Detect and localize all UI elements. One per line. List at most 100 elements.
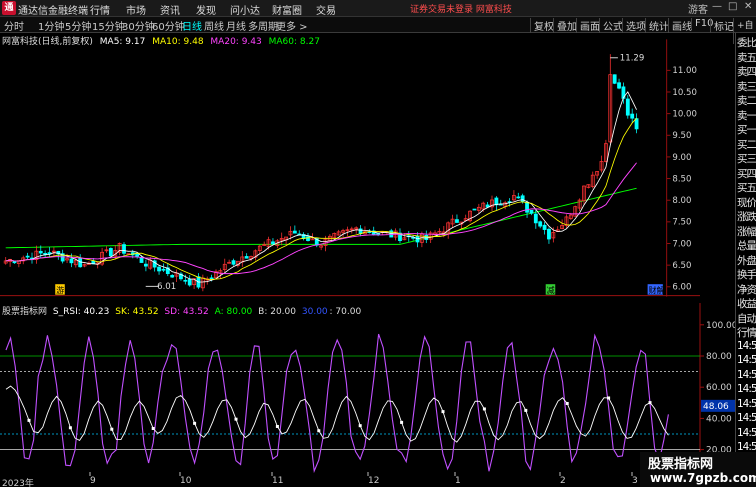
candle-body	[157, 266, 161, 272]
ma5-label: MA5: 9.17	[99, 37, 146, 47]
quote-panel-item[interactable]: 行情	[737, 325, 756, 340]
ma10-label: MA10: 9.48	[152, 37, 204, 47]
quote-panel-item: 现价	[737, 196, 756, 209]
price-label: 8.00	[672, 196, 691, 206]
menu-discover[interactable]: 发现	[196, 2, 216, 17]
indicator-legend: 股票指标网 S_RSI: 40.23 SK: 43.52 SD: 43.52 A…	[2, 304, 364, 317]
quote-panel-item: 卖一	[737, 109, 756, 122]
period-tab[interactable]: 5分钟	[63, 18, 93, 33]
indicator-chart[interactable]: 100.0080.0060.0040.0020.0048.06	[0, 303, 735, 476]
quote-panel-item[interactable]: 14:5	[737, 398, 756, 410]
period-tab[interactable]: 分时	[2, 18, 26, 33]
date-label: 1	[455, 476, 461, 486]
menu-bar: 通 通达信金融终端 行情 市场 资讯 发现 问小达 财富圈 交易 证券交易未登录…	[0, 0, 756, 17]
maximize-button[interactable]: □	[728, 1, 737, 12]
sk-point	[607, 396, 611, 400]
quote-panel-item[interactable]: 14:5	[737, 354, 756, 366]
candle-body	[455, 219, 459, 223]
quote-panel-item[interactable]: 14:5	[737, 340, 756, 352]
adjust-button[interactable]: 复权	[530, 18, 554, 33]
candlestick-chart[interactable]: 11.00 10.50 10.00 9.50 9.00 8.50 8.00 7.50 7.00 6…	[0, 33, 700, 303]
menu-news[interactable]: 资讯	[160, 2, 180, 17]
sk-point	[648, 401, 652, 405]
quote-panel-item[interactable]: 自动	[737, 311, 756, 326]
chart-legend: 网富科技(日线,前复权) MA5: 9.17 MA10: 9.48 MA20: …	[2, 34, 324, 47]
quote-panel-item: 外盘	[737, 254, 756, 267]
date-label: 2	[560, 476, 566, 486]
period-tab[interactable]: 周线	[202, 18, 226, 33]
indicator-axis-label: 80.00	[706, 352, 732, 362]
quote-panel-item[interactable]: 14:5	[737, 412, 756, 424]
ma20-label: MA20: 9.43	[210, 37, 262, 47]
guest-label[interactable]: 游客	[688, 1, 708, 16]
candle-body	[516, 196, 521, 199]
date-label: 3	[632, 476, 638, 486]
quote-panel-item: 买三	[737, 153, 756, 165]
menu-quotes[interactable]: 行情	[90, 2, 110, 17]
candle-body	[612, 74, 617, 84]
max-price-label: 11.29	[620, 54, 645, 64]
candle-body	[209, 277, 214, 280]
b-label: B: 20.00	[258, 307, 296, 317]
quote-panel-item: 涨跌	[737, 211, 756, 223]
period-tab[interactable]: 1分钟	[36, 18, 66, 33]
formula-button[interactable]: 公式	[599, 18, 623, 33]
candle-body	[542, 224, 547, 230]
candle-body	[139, 257, 144, 263]
sk-point	[482, 407, 486, 411]
period-toolbar: 分时 1分钟 5分钟 15分钟 30分钟 60分钟 日线 周线 月线 多周期 更…	[0, 17, 756, 44]
sk-point	[441, 410, 445, 414]
current-value-label: 48.06	[703, 402, 729, 412]
period-tab[interactable]: 更多 >	[274, 18, 310, 33]
period-tab-active[interactable]: 日线	[180, 18, 204, 33]
menu-trade[interactable]: 交易	[316, 2, 336, 17]
overlay-button[interactable]: 叠加	[553, 18, 577, 33]
date-label: 12	[368, 476, 380, 486]
candle-body	[43, 253, 48, 255]
candle-body	[244, 256, 249, 259]
candle-body	[25, 255, 30, 258]
watermark: 股票指标网 www.7gpzb.com	[640, 452, 756, 487]
d-label: : 70.00	[329, 307, 362, 317]
indicator-axis-label: 40.00	[706, 414, 732, 424]
login-notice[interactable]: 证券交易未登录 网富科技	[410, 2, 512, 15]
sk-point	[317, 429, 321, 433]
period-tab[interactable]: 月线	[224, 18, 248, 33]
candle-body	[122, 244, 126, 254]
ma60-label: MA60: 8.27	[268, 37, 320, 47]
candle-body	[271, 241, 275, 245]
date-axis: 2023年 9 10 11 12 1 2 3	[0, 476, 735, 487]
sk-point	[110, 427, 114, 431]
minimize-button[interactable]: —	[712, 1, 722, 12]
menu-wealth[interactable]: 财富圈	[272, 2, 302, 17]
menu-assistant[interactable]: 问小达	[230, 2, 260, 17]
price-label: 8.50	[672, 174, 691, 184]
watermark-url: www.7gpzb.com	[650, 471, 756, 485]
options-button[interactable]: 选项	[622, 18, 646, 33]
layout-button[interactable]: 画面	[576, 18, 600, 33]
quote-panel-item[interactable]: 14:5	[737, 383, 756, 395]
close-button[interactable]: ✕	[744, 1, 752, 12]
menu-market[interactable]: 市场	[126, 2, 146, 17]
candle-body	[533, 213, 538, 224]
candle-body	[187, 279, 192, 286]
c-label: 30.00	[301, 307, 328, 317]
quote-panel-item[interactable]: 14:5	[737, 427, 756, 439]
sk-label: SK: 43.52	[115, 307, 159, 317]
price-label: 10.50	[672, 88, 697, 98]
date-label: 11	[272, 476, 284, 486]
quote-panel-item: 买五	[737, 182, 756, 194]
candle-body	[144, 263, 148, 267]
candle-body	[634, 118, 639, 130]
quote-panel-item: 卖二	[737, 95, 756, 107]
draw-button[interactable]: 画线	[668, 18, 692, 33]
stats-button[interactable]: 统计	[645, 18, 669, 33]
candle-body	[547, 228, 551, 240]
mark-button[interactable]: 标记	[710, 18, 734, 33]
candle-body	[630, 113, 635, 119]
quote-panel-item: 卖三	[737, 80, 756, 93]
quote-panel-item[interactable]: 14:5	[737, 369, 756, 381]
min-price-label: 6.01	[157, 282, 176, 292]
quote-panel-item: 买一	[737, 124, 756, 136]
app-logo: 通	[2, 1, 16, 15]
